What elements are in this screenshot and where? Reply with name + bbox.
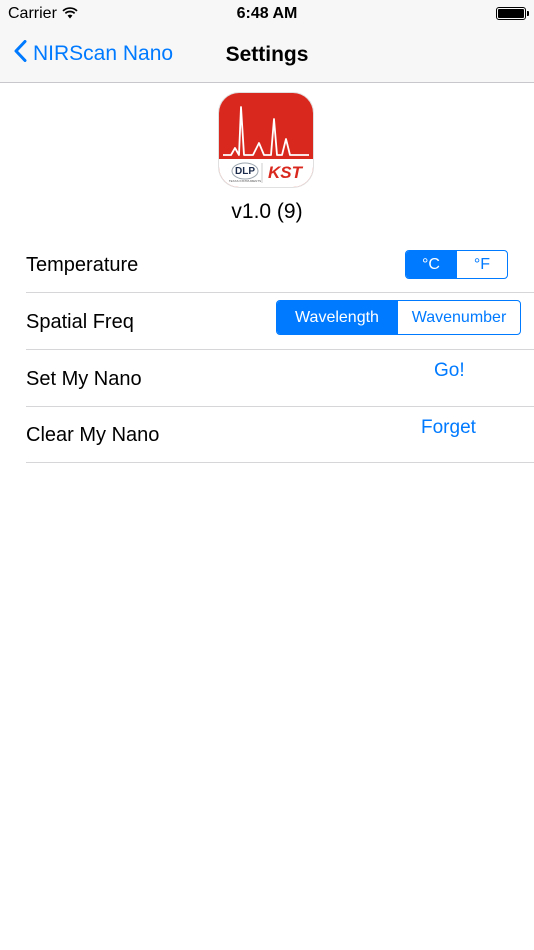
temperature-row: Temperature °C °F — [26, 236, 534, 293]
wavenumber-option[interactable]: Wavenumber — [397, 301, 520, 334]
battery-icon — [496, 7, 529, 20]
page-title: Settings — [225, 43, 309, 66]
app-version: v1.0 (9) — [231, 200, 303, 223]
clear-my-nano-label: Clear My Nano — [26, 424, 160, 446]
celsius-option[interactable]: °C — [406, 251, 456, 278]
spatial-freq-row: Spatial Freq Wavelength Wavenumber — [26, 293, 534, 350]
status-time: 6:48 AM — [236, 5, 298, 22]
status-bar: Carrier 6:48 AM — [0, 0, 534, 28]
temperature-segmented-control: °C °F — [405, 250, 508, 279]
app-logo: DLP TEXAS INSTRUMENTS KST — [219, 93, 313, 187]
clear-my-nano-row: Clear My Nano Forget — [26, 406, 534, 463]
go-button[interactable]: Go! — [434, 360, 465, 382]
forget-button[interactable]: Forget — [421, 417, 476, 439]
navigation-bar: NIRScan Nano Settings — [0, 28, 534, 83]
set-my-nano-row: Set My Nano Go! — [26, 350, 534, 407]
fahrenheit-option[interactable]: °F — [456, 251, 507, 278]
set-my-nano-label: Set My Nano — [26, 368, 142, 390]
spatial-freq-segmented-control: Wavelength Wavenumber — [276, 300, 521, 335]
logo-ti-text: TEXAS INSTRUMENTS — [229, 179, 261, 183]
wavelength-option[interactable]: Wavelength — [277, 301, 398, 334]
spatial-freq-label: Spatial Freq — [26, 311, 134, 333]
logo-kst-text: KST — [268, 163, 304, 182]
temperature-label: Temperature — [26, 254, 139, 276]
logo-dlp-text: DLP — [235, 166, 255, 177]
